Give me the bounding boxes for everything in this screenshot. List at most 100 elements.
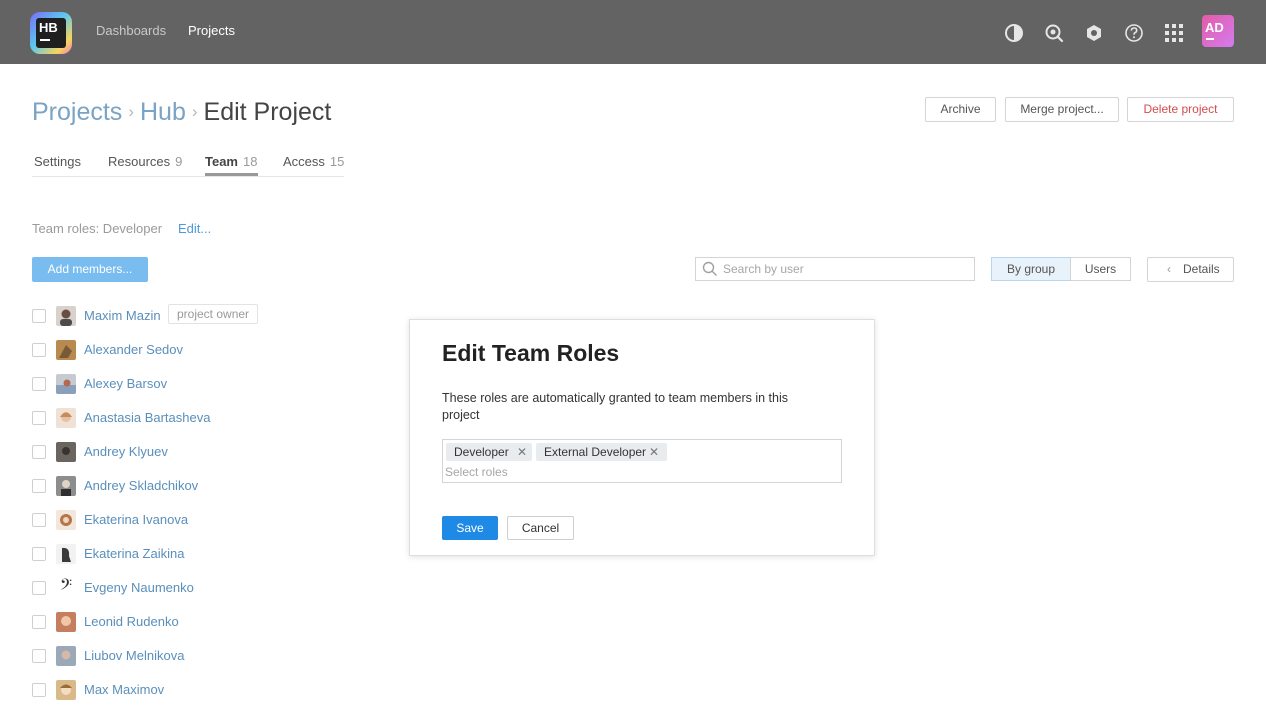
search-icon[interactable] [1044, 23, 1064, 43]
hub-logo[interactable]: HB [30, 12, 72, 54]
member-checkbox[interactable] [32, 343, 46, 357]
breadcrumb: Projects › Hub › Edit Project [32, 96, 331, 131]
role-chip-external-developer: External Developer ✕ [536, 443, 667, 461]
tab-label: Team [205, 154, 238, 169]
edit-team-roles-link[interactable]: Edit... [178, 221, 211, 237]
role-chip-label: Developer [454, 445, 509, 459]
member-checkbox[interactable] [32, 445, 46, 459]
member-avatar [56, 408, 76, 428]
member-name[interactable]: Max Maximov [84, 682, 164, 698]
dialog-description: These roles are automatically granted to… [442, 391, 788, 422]
member-row: Ekaterina Ivanova [32, 510, 292, 530]
search-box [695, 257, 975, 281]
member-row: Liubov Melnikova [32, 646, 292, 666]
roles-select-box[interactable]: Developer ✕ External Developer ✕ [442, 439, 842, 483]
merge-project-button[interactable]: Merge project... [1005, 97, 1119, 122]
member-row: Maxim Mazin project owner [32, 304, 292, 326]
member-avatar [56, 374, 76, 394]
member-name[interactable]: Evgeny Naumenko [84, 580, 194, 596]
member-checkbox[interactable] [32, 309, 46, 323]
remove-role-icon[interactable]: ✕ [517, 446, 527, 458]
select-roles-input[interactable] [445, 464, 835, 480]
member-checkbox[interactable] [32, 581, 46, 595]
view-by-group-toggle[interactable]: By group [991, 257, 1071, 281]
breadcrumb-projects[interactable]: Projects [32, 98, 122, 126]
logo-text: HB [39, 20, 58, 35]
member-avatar [56, 340, 76, 360]
member-checkbox[interactable] [32, 649, 46, 663]
avatar-underline [1206, 38, 1214, 40]
member-checkbox[interactable] [32, 615, 46, 629]
project-owner-badge: project owner [168, 304, 259, 324]
view-users-toggle[interactable]: Users [1070, 257, 1131, 281]
member-name[interactable]: Ekaterina Ivanova [84, 512, 188, 528]
save-button[interactable]: Save [442, 516, 498, 540]
tab-count: 15 [329, 154, 345, 169]
member-name[interactable]: Alexander Sedov [84, 342, 183, 358]
settings-icon[interactable] [1084, 23, 1104, 43]
logo-dash [40, 39, 50, 41]
member-avatar [56, 612, 76, 632]
help-icon[interactable] [1124, 23, 1144, 43]
details-button[interactable]: ‹ Details [1147, 257, 1234, 282]
tab-resources[interactable]: Resources 9 [108, 154, 182, 170]
nav-projects[interactable]: Projects [188, 23, 235, 39]
breadcrumb-hub[interactable]: Hub [140, 98, 186, 126]
apps-grid-icon[interactable] [1164, 23, 1184, 43]
member-checkbox[interactable] [32, 377, 46, 391]
contrast-icon[interactable] [1004, 23, 1024, 43]
tab-access[interactable]: Access 15 [283, 154, 344, 170]
member-name[interactable]: Andrey Skladchikov [84, 478, 198, 494]
member-name[interactable]: Anastasia Bartasheva [84, 410, 210, 426]
member-row: Leonid Rudenko [32, 612, 292, 632]
tab-team[interactable]: Team 18 [205, 154, 257, 170]
member-checkbox[interactable] [32, 547, 46, 561]
cancel-button[interactable]: Cancel [507, 516, 574, 540]
member-avatar [56, 306, 76, 326]
member-avatar [56, 680, 76, 700]
bass-clef-icon: 𝄢 [56, 578, 76, 598]
member-checkbox[interactable] [32, 513, 46, 527]
member-name[interactable]: Andrey Klyuev [84, 444, 168, 460]
member-row: Andrey Skladchikov [32, 476, 292, 496]
tab-count: 9 [175, 154, 183, 169]
member-row: Ekaterina Zaikina [32, 544, 292, 564]
role-chip-label: External Developer [544, 445, 647, 459]
edit-team-roles-dialog: Edit Team Roles These roles are automati… [409, 319, 875, 556]
member-checkbox[interactable] [32, 479, 46, 493]
tab-label: Access [283, 154, 325, 169]
member-row: 𝄢 Evgeny Naumenko [32, 578, 292, 598]
member-avatar [56, 646, 76, 666]
add-members-button[interactable]: Add members... [32, 257, 148, 282]
member-checkbox[interactable] [32, 683, 46, 697]
logo-mark: HB [36, 18, 66, 48]
member-name[interactable]: Leonid Rudenko [84, 614, 179, 630]
tab-settings[interactable]: Settings [34, 154, 81, 170]
tab-label: Settings [34, 154, 81, 169]
member-avatar [56, 510, 76, 530]
member-checkbox[interactable] [32, 411, 46, 425]
archive-button[interactable]: Archive [925, 97, 996, 122]
search-icon [702, 261, 717, 276]
member-row: Andrey Klyuev [32, 442, 292, 462]
project-tabs: Settings Resources 9 Team 18 Access 15 [32, 150, 344, 177]
breadcrumb-separator: › [128, 102, 134, 121]
search-user-input[interactable] [723, 260, 963, 278]
chevron-left-icon: ‹ [1167, 262, 1171, 276]
role-chip-developer: Developer ✕ [446, 443, 532, 461]
top-bar: HB Dashboards Projects AD [0, 0, 1266, 64]
user-initials: AD [1205, 20, 1224, 35]
member-name[interactable]: Liubov Melnikova [84, 648, 184, 664]
member-row: Alexey Barsov [32, 374, 292, 394]
member-row: Anastasia Bartasheva [32, 408, 292, 428]
delete-project-button[interactable]: Delete project [1127, 97, 1234, 122]
member-row: Max Maximov [32, 680, 292, 700]
remove-role-icon[interactable]: ✕ [649, 446, 659, 458]
member-name[interactable]: Alexey Barsov [84, 376, 167, 392]
member-name[interactable]: Ekaterina Zaikina [84, 546, 184, 562]
nav-dashboards[interactable]: Dashboards [96, 23, 166, 39]
dialog-title: Edit Team Roles [442, 340, 620, 366]
member-name[interactable]: Maxim Mazin [84, 308, 161, 324]
team-roles-label: Team roles: Developer [32, 221, 163, 236]
user-avatar[interactable]: AD [1202, 15, 1234, 47]
